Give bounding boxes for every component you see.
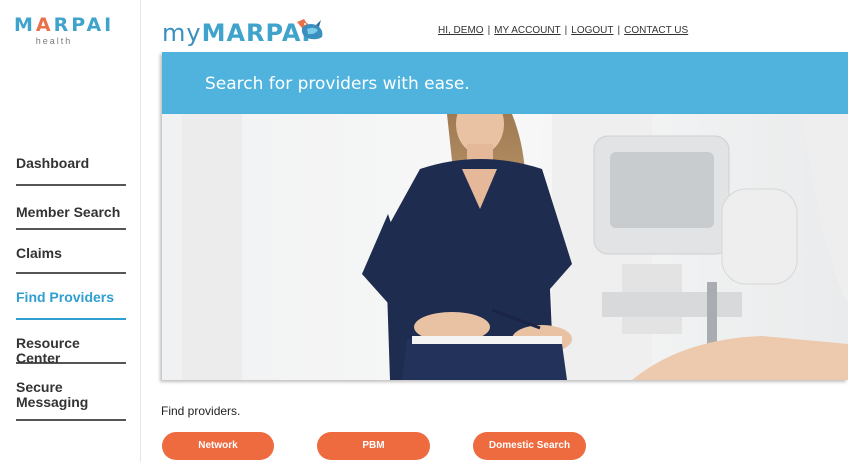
- logo-subtitle: health: [35, 36, 73, 46]
- my-account-link[interactable]: MY ACCOUNT: [494, 25, 561, 36]
- marpai-health-logo[interactable]: MARPAI health: [14, 14, 115, 47]
- mymarpai-brand[interactable]: myMARPAI: [162, 19, 311, 47]
- sidebar-item-member-search[interactable]: Member Search: [16, 186, 126, 230]
- domestic-search-button[interactable]: Domestic Search: [473, 432, 586, 460]
- sidebar-item-label: Resource Center: [16, 335, 80, 366]
- sidebar-item-secure-messaging[interactable]: Secure Messaging: [16, 364, 126, 421]
- sidebar-item-dashboard[interactable]: Dashboard: [16, 140, 126, 186]
- sidebar-item-label: Find Providers: [16, 289, 115, 305]
- logout-link[interactable]: LOGOUT: [571, 25, 613, 36]
- sidebar-item-resource-center[interactable]: Resource Center: [16, 320, 126, 366]
- greeting-link[interactable]: HI, DEMO: [438, 25, 484, 36]
- bird-logo-icon: [297, 19, 323, 40]
- network-button[interactable]: Network: [162, 432, 274, 460]
- sidebar-item-label: Member Search: [16, 204, 121, 220]
- contact-us-link[interactable]: CONTACT US: [624, 25, 688, 36]
- pbm-button[interactable]: PBM: [317, 432, 430, 460]
- sidebar-item-find-providers[interactable]: Find Providers: [16, 274, 126, 320]
- sidebar-divider: [140, 0, 141, 462]
- account-links: HI, DEMO | MY ACCOUNT | LOGOUT | CONTACT US: [438, 25, 689, 36]
- hero-banner: Search for providers with ease.: [162, 52, 848, 114]
- hero-tagline: Search for providers with ease.: [205, 74, 470, 94]
- sidebar-item-label-line1: Secure: [16, 379, 63, 395]
- logo-wordmark: MARPAI: [14, 14, 115, 36]
- sidebar-nav: Dashboard Member Search Claims Find Prov…: [16, 140, 126, 421]
- sidebar-item-label: Dashboard: [16, 155, 90, 171]
- sidebar-item-label-line2: Messaging: [16, 394, 89, 410]
- hero-image-nurse: [162, 114, 848, 380]
- sidebar-item-label: Claims: [16, 245, 62, 261]
- sidebar-item-claims[interactable]: Claims: [16, 230, 126, 274]
- find-providers-heading: Find providers.: [161, 404, 241, 418]
